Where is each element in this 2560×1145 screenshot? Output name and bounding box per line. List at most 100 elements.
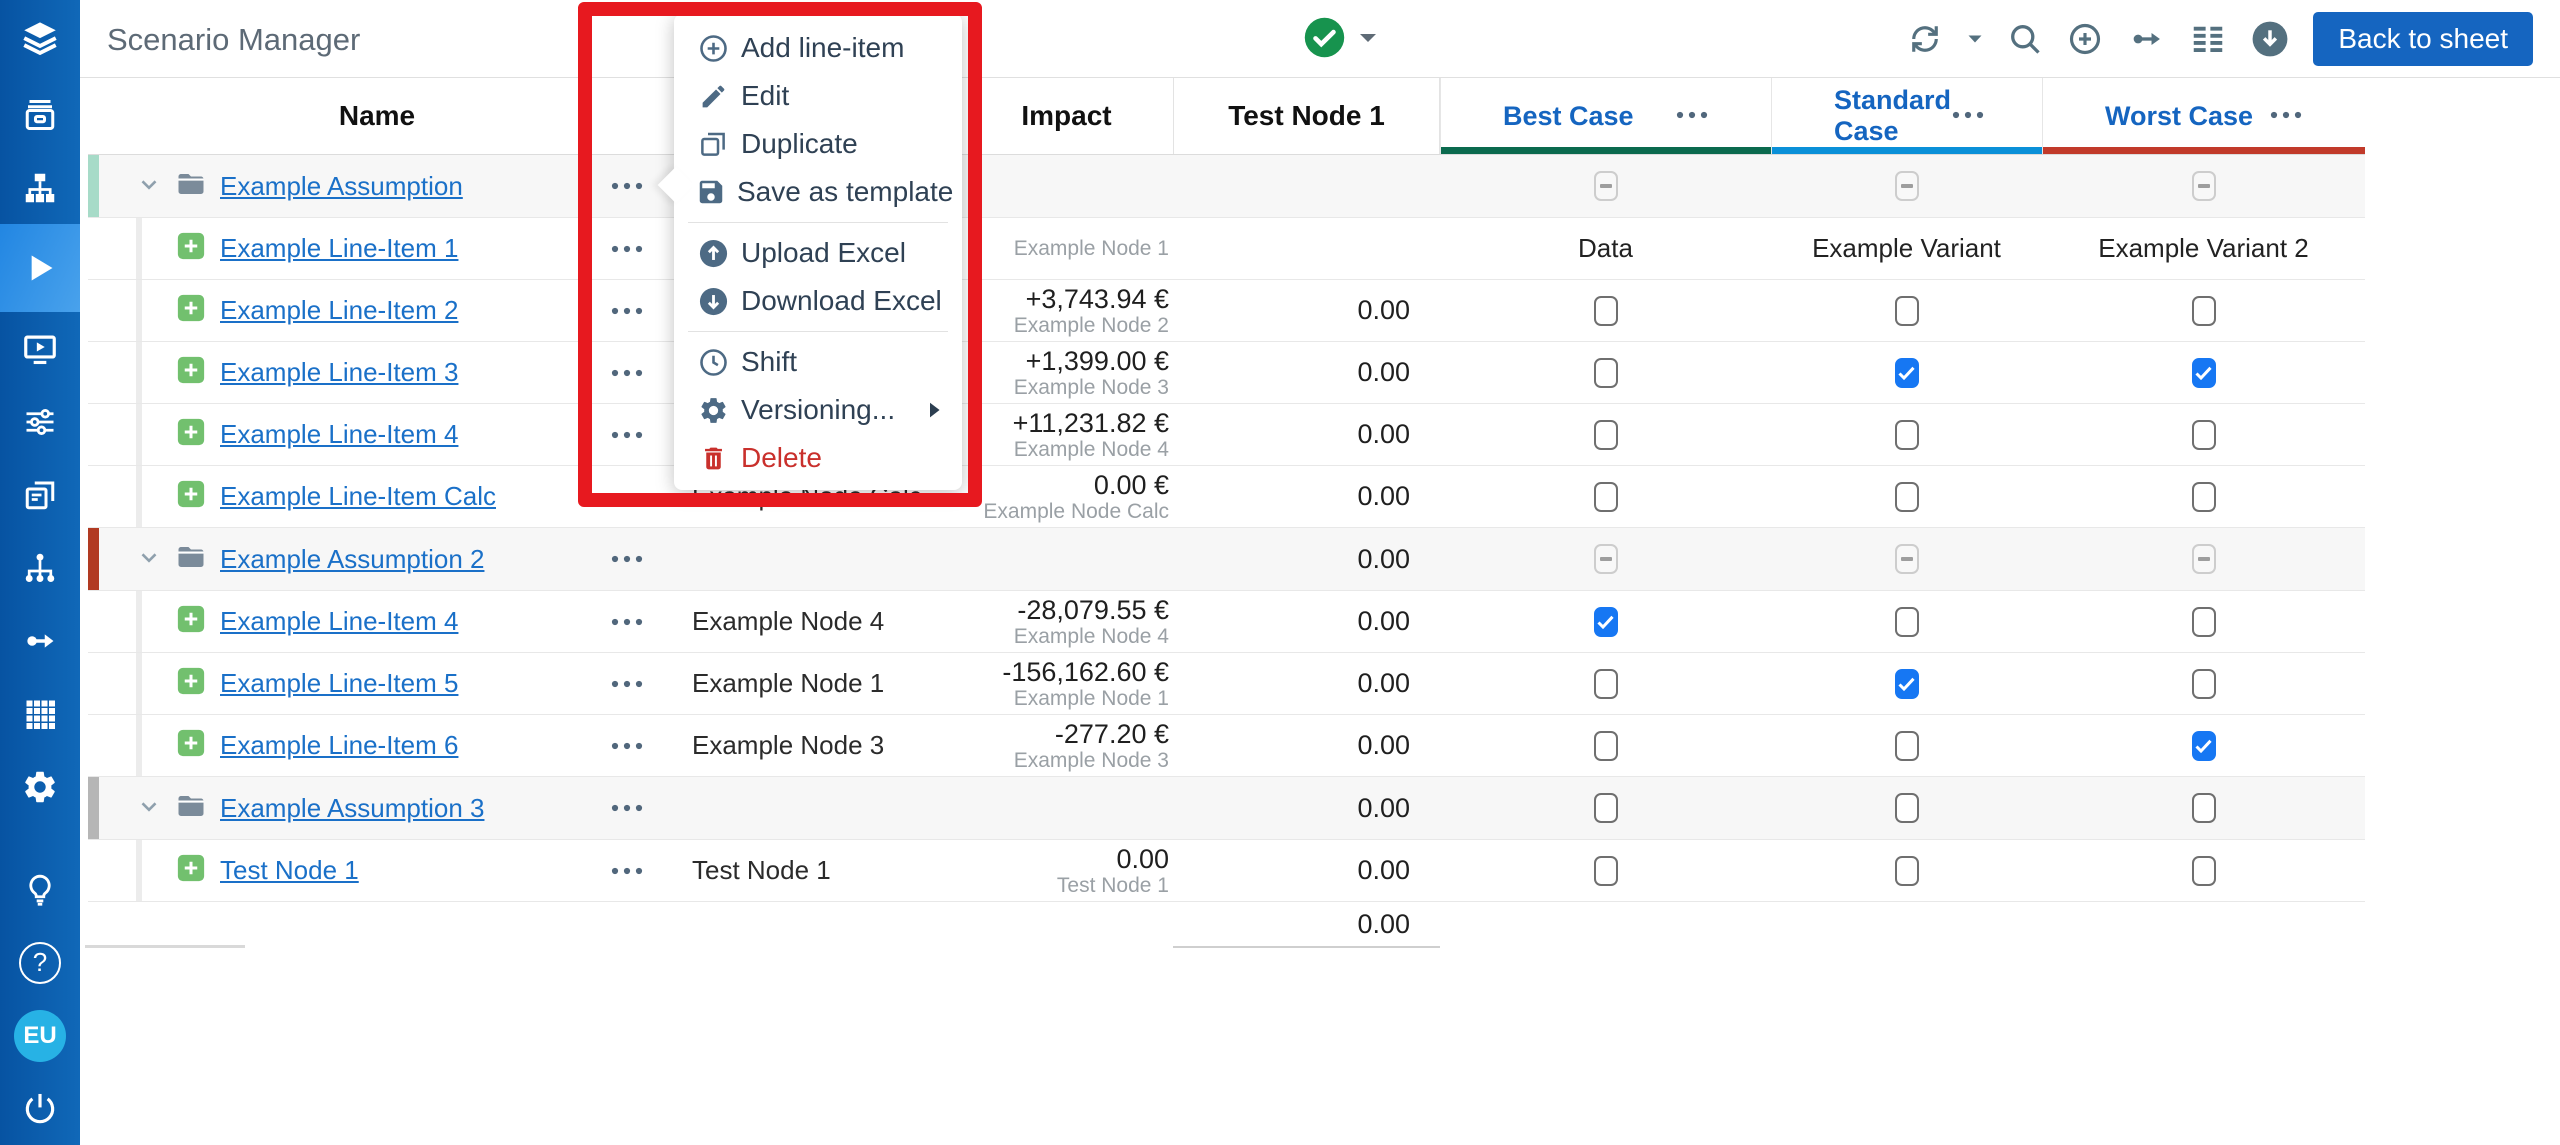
menu-item-upload-excel[interactable]: Upload Excel — [674, 229, 962, 277]
case-checkbox[interactable] — [2192, 607, 2216, 637]
test-node-cell: 0.00 — [1173, 653, 1440, 714]
sidebar-item-account[interactable]: EU — [0, 999, 80, 1072]
case-checkbox[interactable] — [2192, 171, 2216, 201]
case-checkbox[interactable] — [1594, 669, 1618, 699]
case-checkbox[interactable] — [1594, 544, 1618, 574]
menu-item-download-excel[interactable]: Download Excel — [674, 277, 962, 325]
case-column-menu-button[interactable] — [1675, 107, 1709, 125]
case-column-menu-button[interactable] — [1951, 107, 1985, 125]
app-logo-icon[interactable] — [0, 0, 80, 78]
row-link[interactable]: Test Node 1 — [220, 855, 359, 886]
sidebar-item-network[interactable] — [0, 531, 80, 604]
case-checkbox[interactable] — [1895, 296, 1919, 326]
case-checkbox[interactable] — [1895, 544, 1919, 574]
case-checkbox[interactable] — [2192, 731, 2216, 761]
sidebar-item-ideas[interactable] — [0, 853, 80, 926]
case-checkbox[interactable] — [1895, 420, 1919, 450]
menu-item-edit[interactable]: Edit — [674, 72, 962, 120]
refresh-caret-icon[interactable] — [1967, 33, 1983, 45]
case-checkbox[interactable] — [1594, 296, 1618, 326]
case-column-menu-button[interactable] — [2269, 107, 2303, 125]
row-menu-button[interactable] — [588, 528, 666, 590]
sidebar-item-flow[interactable] — [0, 604, 80, 677]
row-link[interactable]: Example Assumption 2 — [220, 544, 484, 575]
zoom-in-icon[interactable] — [2067, 21, 2103, 57]
menu-item-shift[interactable]: Shift — [674, 338, 962, 386]
sidebar-item-logout[interactable] — [0, 1072, 80, 1145]
sidebar-item-archive[interactable] — [0, 78, 80, 151]
row-menu-button[interactable] — [588, 466, 666, 527]
row-link[interactable]: Example Line-Item 2 — [220, 295, 458, 326]
row-menu-button[interactable] — [588, 653, 666, 714]
row-menu-button[interactable] — [588, 342, 666, 403]
row-menu-button[interactable] — [588, 777, 666, 839]
status-dropdown[interactable] — [1303, 16, 1378, 64]
back-to-sheet-button[interactable]: Back to sheet — [2313, 12, 2533, 66]
case-checkbox[interactable] — [1594, 482, 1618, 512]
case-checkbox[interactable] — [1895, 731, 1919, 761]
sidebar-item-scenarios[interactable] — [0, 224, 80, 312]
sidebar-item-hierarchy[interactable] — [0, 151, 80, 224]
case-checkbox[interactable] — [1895, 171, 1919, 201]
menu-item-add-line-item[interactable]: Add line-item — [674, 24, 962, 72]
case-checkbox[interactable] — [2192, 856, 2216, 886]
case-checkbox[interactable] — [1895, 482, 1919, 512]
case-checkbox[interactable] — [1895, 358, 1919, 388]
sidebar-item-reports[interactable] — [0, 458, 80, 531]
row-link[interactable]: Example Line-Item 6 — [220, 730, 458, 761]
collapse-chevron-icon[interactable] — [136, 793, 162, 824]
row-menu-button[interactable] — [588, 840, 666, 901]
case-checkbox[interactable] — [2192, 296, 2216, 326]
row-link[interactable]: Example Line-Item 1 — [220, 233, 458, 264]
menu-item-versioning[interactable]: Versioning... — [674, 386, 962, 434]
case-checkbox[interactable] — [1594, 607, 1618, 637]
case-checkbox[interactable] — [2192, 793, 2216, 823]
case-checkbox[interactable] — [1594, 358, 1618, 388]
case-checkbox[interactable] — [2192, 482, 2216, 512]
row-menu-button[interactable] — [588, 404, 666, 465]
case-checkbox[interactable] — [1895, 607, 1919, 637]
row-link[interactable]: Example Line-Item Calc — [220, 481, 496, 512]
menu-item-duplicate[interactable]: Duplicate — [674, 120, 962, 168]
menu-item-save-as-template[interactable]: Save as template — [674, 168, 962, 216]
case-checkbox[interactable] — [1594, 731, 1618, 761]
case-checkbox[interactable] — [2192, 669, 2216, 699]
row-menu-button[interactable] — [588, 218, 666, 279]
case-checkbox[interactable] — [1594, 793, 1618, 823]
row-menu-button[interactable] — [588, 155, 666, 217]
case-checkbox[interactable] — [1895, 793, 1919, 823]
case-column-label[interactable]: Best Case — [1503, 101, 1634, 132]
row-link[interactable]: Example Assumption 3 — [220, 793, 484, 824]
case-column-label[interactable]: Standard Case — [1834, 85, 1951, 147]
case-checkbox[interactable] — [1895, 669, 1919, 699]
refresh-icon[interactable] — [1907, 21, 1943, 57]
collapse-chevron-icon[interactable] — [136, 171, 162, 202]
menu-item-delete[interactable]: Delete — [674, 434, 962, 482]
row-menu-button[interactable] — [588, 591, 666, 652]
case-checkbox[interactable] — [2192, 420, 2216, 450]
case-checkbox[interactable] — [1895, 856, 1919, 886]
jump-arrow-icon[interactable] — [2127, 20, 2165, 58]
row-link[interactable]: Example Line-Item 4 — [220, 606, 458, 637]
case-checkbox[interactable] — [2192, 544, 2216, 574]
row-link[interactable]: Example Line-Item 5 — [220, 668, 458, 699]
row-menu-button[interactable] — [588, 280, 666, 341]
sidebar-item-help[interactable]: ? — [0, 926, 80, 999]
row-link[interactable]: Example Line-Item 3 — [220, 357, 458, 388]
sidebar-item-settings-sliders[interactable] — [0, 385, 80, 458]
case-checkbox[interactable] — [2192, 358, 2216, 388]
collapse-chevron-icon[interactable] — [136, 544, 162, 575]
search-icon[interactable] — [2007, 21, 2043, 57]
row-link[interactable]: Example Assumption — [220, 171, 463, 202]
case-checkbox[interactable] — [1594, 856, 1618, 886]
sidebar-item-gear[interactable] — [0, 750, 80, 823]
list-icon[interactable] — [2189, 20, 2227, 58]
sidebar-item-presentation[interactable] — [0, 312, 80, 385]
case-checkbox[interactable] — [1594, 420, 1618, 450]
sidebar-item-grid[interactable] — [0, 677, 80, 750]
download-icon[interactable] — [2251, 20, 2289, 58]
row-link[interactable]: Example Line-Item 4 — [220, 419, 458, 450]
case-column-label[interactable]: Worst Case — [2105, 101, 2253, 132]
row-menu-button[interactable] — [588, 715, 666, 776]
case-checkbox[interactable] — [1594, 171, 1618, 201]
